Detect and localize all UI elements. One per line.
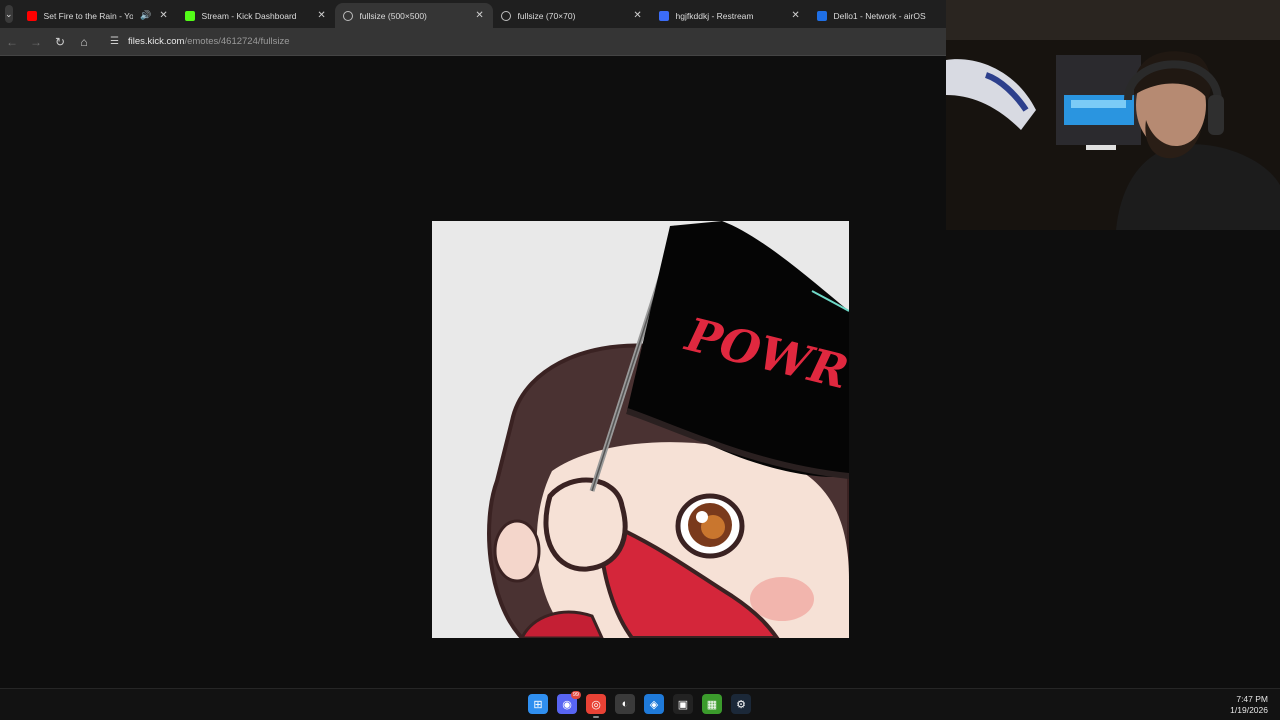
clock-date: 1/19/2026 [1230,705,1268,715]
discord-icon[interactable]: ◉ 99 [557,691,581,714]
discord-icon-glyph: ◉ [562,698,572,711]
url-text[interactable]: files.kick.com/emotes/4612724/fullsize [128,36,290,47]
chrome-icon[interactable]: ◎ [586,694,606,718]
ubiquiti-icon [816,10,827,21]
close-tab-icon[interactable]: ✕ [633,10,643,21]
edge-icon-glyph: ◈ [649,698,659,711]
close-tab-icon[interactable]: ✕ [317,10,327,21]
tab-title: Stream - Kick Dashboard [201,10,297,21]
restream-icon [658,10,669,21]
tab-0[interactable]: Set Fire to the Rain - YouTu 🔊 ✕ [19,3,177,28]
tab-5[interactable]: Dello1 - Network - airOS✕ [809,3,967,28]
tab-4[interactable]: hgjfkddkj - Restream ✕ [651,3,809,28]
steam-icon[interactable]: ⚙ [731,694,751,714]
arrow-left-icon: ← [6,34,18,49]
webcam-overlay [946,0,1280,230]
tab-title: Set Fire to the Rain - YouTu [43,10,134,21]
tab-title: hgjfkddkj - Restream [675,10,754,21]
clock-time: 7:47 PM [1236,694,1268,704]
site-settings-icon[interactable]: ☰ [110,36,119,47]
tab-1[interactable]: Stream - Kick Dashboard ✕ [177,3,335,28]
taskbar-apps: ⊞ ◉ 99 ◎ ◐ ◈ ▣ ▦ ⚙ [528,691,751,718]
tab-title: fullsize (500×500) [359,10,427,21]
reload-icon: ↻ [54,34,66,49]
windows-start-icon[interactable]: ⊞ [528,694,548,714]
minecraft-icon[interactable]: ▦ [702,694,722,714]
webcam-scene [946,0,1280,230]
speaker-icon[interactable]: 🔊 [140,10,151,21]
system-clock[interactable]: 7:47 PM 1/19/2026 [1230,694,1268,716]
edge-icon[interactable]: ◈ [644,694,664,714]
kick-icon [184,10,195,21]
minecraft-icon-glyph: ▦ [706,698,718,711]
url-domain: files.kick.com [127,36,185,47]
tab-title: fullsize (70×70) [517,10,576,21]
youtube-icon [26,10,37,21]
steam-icon-glyph: ⚙ [736,698,746,711]
chevron-down-icon: ⌄ [5,8,13,19]
emote-image: POWR [432,221,849,638]
tab-2[interactable]: fullsize (500×500) ✕ [334,3,493,28]
obs-icon[interactable]: ◐ [615,694,635,714]
back-button[interactable]: ← [0,35,24,49]
page-viewport: POWR [0,57,946,688]
emote-illustration: POWR [432,221,849,638]
taskbar: ⊞ ◉ 99 ◎ ◐ ◈ ▣ ▦ ⚙ 7:47 PM 1/19/2026 [0,688,1280,720]
home-button[interactable]: ⌂ [72,35,96,49]
address-bar[interactable]: ☰ files.kick.com/emotes/4612724/fullsize [104,32,934,52]
globe-icon [342,10,353,21]
tab-title: Dello1 - Network - airOS [833,10,926,21]
tabs-container: Set Fire to the Rain - YouTu🔊✕Stream - K… [19,3,967,28]
browser-toolbar: ← → ↻ ⌂ ☰ files.kick.com/emotes/4612724/… [0,28,946,56]
reload-button[interactable]: ↻ [48,35,72,49]
globe-icon [500,10,511,21]
obs-icon-glyph: ◐ [621,698,629,710]
chrome-icon-glyph: ◎ [591,698,601,711]
capcut-icon[interactable]: ▣ [673,694,693,714]
windows-start-icon-glyph: ⊞ [533,698,543,711]
running-indicator [593,716,599,718]
tab-search-button[interactable]: ⌄ [5,5,13,23]
url-path: /emotes/4612724/fullsize [184,36,290,47]
capcut-icon-glyph: ▣ [677,698,689,711]
home-icon: ⌂ [80,34,88,49]
close-tab-icon[interactable]: ✕ [791,10,801,21]
forward-button[interactable]: → [24,35,48,49]
tab-3[interactable]: fullsize (70×70) ✕ [493,3,651,28]
close-tab-icon[interactable]: ✕ [475,10,485,21]
tab-strip: ⌄ Set Fire to the Rain - YouTu🔊✕Stream -… [0,0,958,28]
arrow-right-icon: → [30,34,42,49]
close-tab-icon[interactable]: ✕ [159,10,169,21]
notification-badge: 99 [570,691,581,699]
